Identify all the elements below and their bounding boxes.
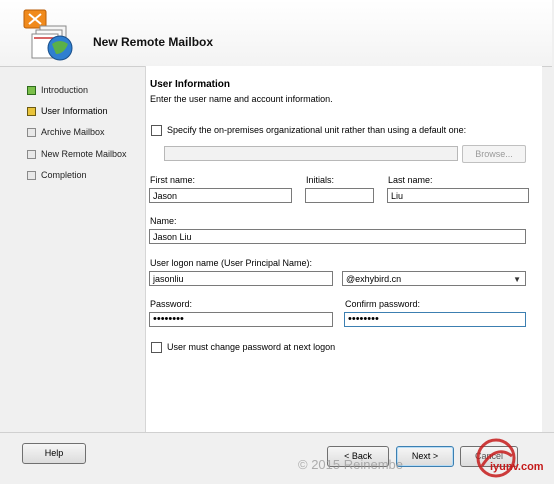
site-watermark-text: iyunv.com: [490, 461, 544, 473]
domain-value: @exhybird.cn: [346, 274, 402, 284]
section-title: User Information: [150, 79, 231, 90]
ou-checkbox-label: Specify the on-premises organizational u…: [167, 125, 467, 135]
section-description: Enter the user name and account informat…: [150, 94, 333, 104]
first-name-label: First name:: [150, 175, 196, 185]
initials-label: Initials:: [306, 175, 335, 185]
browse-button[interactable]: Browse...: [462, 145, 526, 163]
copyright-watermark: © 2015 Reinembe: [298, 457, 403, 472]
logon-name-label: User logon name (User Principal Name):: [150, 258, 313, 268]
first-name-field[interactable]: Jason: [149, 188, 292, 203]
nav-item-label: Archive Mailbox: [41, 127, 105, 137]
wizard-title: New Remote Mailbox: [93, 35, 214, 49]
password-label: Password:: [150, 299, 193, 309]
must-change-password-checkbox[interactable]: [151, 342, 162, 353]
step-pending-icon: [27, 150, 36, 160]
ou-path-field[interactable]: [164, 146, 458, 161]
nav-item-archive-mailbox[interactable]: Archive Mailbox: [27, 125, 105, 139]
step-current-icon: [27, 107, 36, 117]
ou-checkbox[interactable]: [151, 125, 162, 136]
step-done-icon: [27, 86, 36, 96]
chevron-down-icon: ▼: [513, 275, 521, 284]
nav-item-label: User Information: [41, 106, 108, 116]
exchange-mailbox-icon: [23, 9, 73, 61]
next-button[interactable]: Next >: [396, 446, 454, 467]
user-information-panel: User Information Enter the user name and…: [146, 66, 542, 432]
footer-divider: [0, 432, 554, 433]
step-pending-icon: [27, 171, 36, 181]
help-button[interactable]: Help: [22, 443, 86, 464]
last-name-label: Last name:: [388, 175, 433, 185]
logon-name-field[interactable]: jasonliu: [149, 271, 333, 286]
name-label: Name:: [150, 216, 177, 226]
initials-field[interactable]: [305, 188, 374, 203]
site-watermark-logo: [476, 438, 516, 478]
nav-item-label: New Remote Mailbox: [41, 149, 127, 159]
nav-item-label: Introduction: [41, 85, 89, 95]
nav-item-completion[interactable]: Completion: [27, 168, 87, 182]
confirm-password-label: Confirm password:: [345, 299, 421, 309]
step-pending-icon: [27, 128, 36, 138]
nav-item-introduction[interactable]: Introduction: [27, 83, 88, 97]
must-change-password-label: User must change password at next logon: [167, 342, 336, 352]
wizard-header: New Remote Mailbox: [0, 0, 552, 67]
last-name-field[interactable]: Liu: [387, 188, 529, 203]
confirm-password-field[interactable]: ••••••••: [344, 312, 526, 327]
domain-dropdown[interactable]: @exhybird.cn ▼: [342, 271, 526, 286]
nav-item-user-information[interactable]: User Information: [27, 104, 108, 118]
nav-item-new-remote-mailbox[interactable]: New Remote Mailbox: [27, 147, 127, 161]
password-field[interactable]: ••••••••: [149, 312, 333, 327]
name-field[interactable]: Jason Liu: [149, 229, 526, 244]
nav-item-label: Completion: [41, 170, 87, 180]
step-navigation: Introduction User Information Archive Ma…: [22, 76, 144, 431]
